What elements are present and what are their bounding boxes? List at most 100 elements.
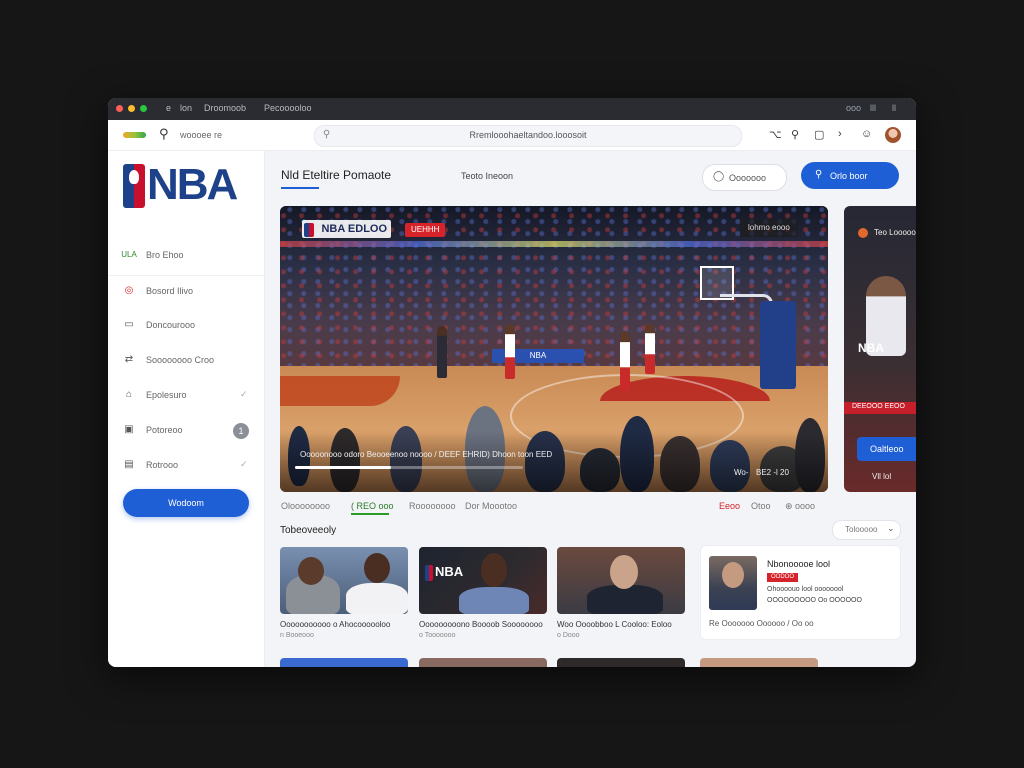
featured-side-card[interactable]: Teo Looooo NBA DEEOOO EEOO Oaltleoo Vll … — [844, 206, 916, 492]
outline-button[interactable]: ◯ Ooooooo — [702, 164, 787, 191]
page-title: Nld Eteltire Pomaote — [281, 168, 392, 182]
feature-card[interactable]: Nbonooooe lool OODOO Ohoooouo lool ooooo… — [700, 545, 901, 640]
video-thumbnail-partial[interactable] — [557, 658, 685, 667]
titlebar-icon[interactable]: ooo — [846, 103, 861, 113]
address-text[interactable]: Rremlooohaeltandoo.looosoit — [315, 130, 741, 140]
titlebar-menu[interactable]: Pecooooloo — [264, 103, 312, 113]
sidebar-item-6[interactable]: ▣ Potoreoo 1 — [108, 414, 264, 448]
nba-logo[interactable]: NBA — [123, 161, 238, 210]
circle-icon: ◯ — [713, 171, 725, 182]
sidebar-item-label: Soooooooo Croo — [146, 355, 215, 365]
minimize-window-button[interactable] — [128, 105, 135, 112]
browser-window: e lon Droomoob Pecooooloo ooo lll ll ⚲ w… — [108, 98, 916, 667]
video-thumbnail-partial[interactable] — [280, 658, 408, 667]
app-logo-pill — [123, 132, 146, 138]
primary-search-button[interactable]: ⚲ Orlo boor — [801, 162, 899, 189]
broadcast-info-tag: lohmo eooo — [740, 219, 798, 237]
team-logo-icon — [858, 228, 868, 238]
sidebar-item-5[interactable]: ⌂ Epolesuro ✓ — [108, 379, 264, 413]
sidebar-item-7[interactable]: ▤ Rotrooo ✓ — [108, 449, 264, 483]
court-paint-left — [280, 376, 400, 406]
titlebar-icon[interactable]: ll — [892, 103, 896, 113]
outline-button-label: Ooooooo — [729, 173, 767, 183]
dropdown-value: Tolooooo — [845, 525, 878, 534]
referee-figure — [437, 326, 447, 378]
sidebar-item-3[interactable]: ▭ Doncourooo — [108, 309, 264, 343]
section-title: Tobeoveeoly — [280, 525, 337, 536]
thumbnail-caption[interactable]: Ooooooooooo o Ahocoooooloo — [280, 620, 390, 629]
search-icon[interactable]: ⚲ — [791, 128, 799, 141]
titlebar-item[interactable]: e — [166, 103, 171, 113]
tab-secondary[interactable]: Teoto Ineoon — [461, 171, 513, 181]
sidebar-item-label: Bosord Ilivo — [146, 286, 194, 296]
address-bar[interactable]: ⚲ Rremlooohaeltandoo.looosoit — [314, 125, 742, 147]
analyst-face — [298, 557, 324, 585]
chevron-icon[interactable]: › — [838, 128, 842, 140]
nba-logo-mark-icon — [304, 222, 314, 237]
search-icon[interactable]: ⚲ — [159, 126, 169, 142]
thumbnail-caption[interactable]: Woo Oooobboo L Cooloo: Eoloo — [557, 620, 672, 629]
basketball-player-figure — [505, 324, 515, 379]
basketball-player-figure — [645, 324, 655, 374]
maximize-window-button[interactable] — [140, 105, 147, 112]
titlebar-item[interactable]: lon — [180, 103, 192, 113]
notification-badge: 1 — [233, 423, 249, 439]
window-icon[interactable]: ▢ — [814, 128, 824, 141]
playback-control[interactable]: Wo- — [734, 468, 749, 477]
presenter-face — [610, 555, 638, 589]
feature-card-tag: OODOO — [767, 573, 799, 582]
sidebar-primary-button[interactable]: Wodoom — [123, 489, 249, 517]
thumbnail-subcaption: o Dooo — [557, 632, 580, 639]
video-player[interactable]: NBA NBA EDLOO UEHHH lohmo eooo Ooooonooo… — [280, 206, 828, 492]
sidebar-item-2[interactable]: ◎ Bosord Ilivo — [108, 275, 264, 309]
video-thumbnail[interactable] — [557, 547, 685, 614]
sidebar-item-1[interactable]: ULA Bro Ehoo — [108, 239, 264, 273]
house-icon: ⌂ — [125, 389, 133, 400]
thumbnail-logo-text: NBA — [435, 564, 464, 579]
presenter-face — [722, 562, 744, 588]
video-thumbnail-partial[interactable] — [700, 658, 818, 667]
video-progress-bar[interactable] — [295, 466, 523, 469]
live-tag: UEHHH — [405, 223, 446, 237]
video-progress-fill — [295, 466, 391, 469]
side-card-logo-text: NBA — [858, 341, 884, 355]
side-card-title: Teo Looooo — [874, 228, 916, 237]
side-card-red-text: DEEOOO EEOO — [852, 403, 905, 410]
home-icon: ULA — [121, 250, 137, 259]
sidebar: NBA ULA Bro Ehoo ◎ Bosord Ilivo ▭ Doncou… — [108, 151, 265, 667]
sort-dropdown[interactable]: Tolooooo ⌄ — [832, 520, 901, 540]
toolbar-search-label[interactable]: woooee re — [180, 130, 222, 140]
user-icon[interactable]: ☺ — [861, 128, 872, 140]
player-tab[interactable]: Roooooooo — [409, 501, 456, 511]
share-icon[interactable]: ⌥ — [769, 128, 782, 141]
sidebar-item-4[interactable]: ⇄ Soooooooo Croo — [108, 344, 264, 378]
broadcast-brand-text: NBA EDLOO — [321, 222, 388, 235]
nba-logo-mark-icon — [425, 565, 433, 581]
chevron-down-icon: ⌄ — [887, 523, 895, 533]
side-card-button[interactable]: Oaltleoo — [857, 437, 916, 461]
sidebar-item-label: Doncourooo — [146, 320, 196, 330]
player-tab[interactable]: Oloooooooo — [281, 501, 330, 511]
player-tab-active[interactable]: ( REO ooo — [351, 501, 394, 511]
close-window-button[interactable] — [116, 105, 123, 112]
video-thumbnail[interactable] — [280, 547, 408, 614]
titlebar-icon[interactable]: lll — [870, 103, 876, 113]
player-gradient-overlay — [280, 432, 828, 492]
player-tab[interactable]: ⊕ oooo — [785, 501, 815, 512]
primary-button-label: Orlo boor — [830, 171, 868, 181]
nba-logo-text: NBA — [147, 160, 238, 209]
titlebar-menu[interactable]: Droomoob — [204, 103, 246, 113]
thumbnail-caption[interactable]: Ooooooooono Boooob Soooooooo — [419, 620, 543, 629]
video-thumbnail[interactable]: NBA — [419, 547, 547, 614]
title-bar: e lon Droomoob Pecooooloo ooo lll ll — [108, 98, 916, 120]
sidebar-item-label: Potoreoo — [146, 425, 183, 435]
player-tab[interactable]: Otoo — [751, 501, 771, 511]
player-tab[interactable]: Dor Moootoo — [465, 501, 517, 511]
main-content: Nld Eteltire Pomaote Teoto Ineoon ◯ Oooo… — [265, 151, 916, 667]
analyst-face — [364, 553, 390, 583]
guest-face — [481, 553, 507, 587]
avatar[interactable] — [885, 127, 901, 143]
live-icon: ◎ — [124, 285, 134, 296]
player-tab[interactable]: Eeoo — [719, 501, 740, 511]
video-thumbnail-partial[interactable] — [419, 658, 547, 667]
